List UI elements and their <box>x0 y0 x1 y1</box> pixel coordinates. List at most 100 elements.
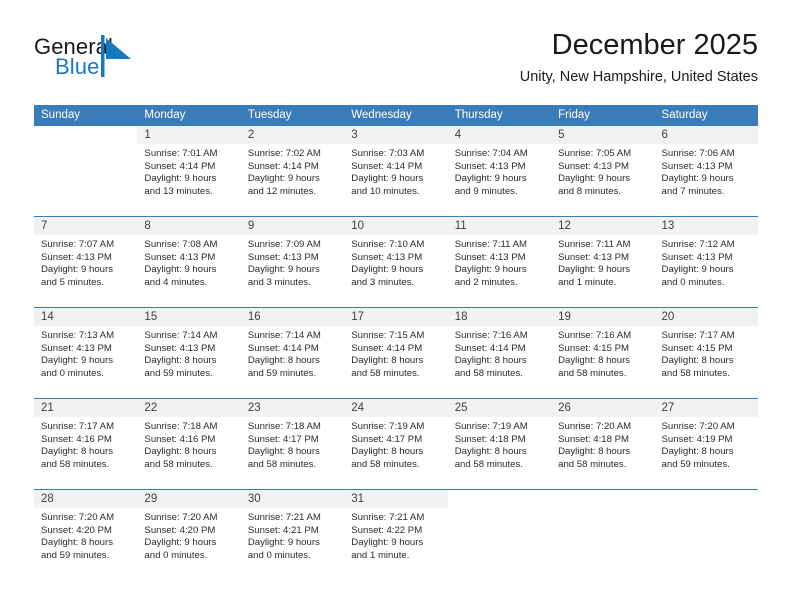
day-number <box>551 490 654 508</box>
daylight-duration: Daylight: 9 hours <box>41 264 113 276</box>
day-cell-inner: 13 Sunrise: 7:12 AM Sunset: 4:13 PM Dayligh… <box>654 217 758 307</box>
daylight-duration-cont: and 8 minutes. <box>558 185 622 197</box>
day-details: Sunrise: 7:20 AM Sunset: 4:20 PM Daylight:… <box>34 508 137 562</box>
calendar-day-cell[interactable]: 31 Sunrise: 7:21 AM Sunset: 4:22 PM Dayligh… <box>344 489 448 580</box>
day-cell-inner: 3 Sunrise: 7:03 AM Sunset: 4:14 PM Daylight… <box>344 126 448 216</box>
day-details: Sunrise: 7:08 AM Sunset: 4:13 PM Daylight:… <box>137 235 240 289</box>
calendar-day-cell[interactable]: 15 Sunrise: 7:14 AM Sunset: 4:13 PM Dayligh… <box>137 307 241 399</box>
day-cell-inner: 29 Sunrise: 7:20 AM Sunset: 4:20 PM Dayligh… <box>137 490 241 580</box>
calendar-day-cell[interactable]: 21 Sunrise: 7:17 AM Sunset: 4:16 PM Dayligh… <box>34 398 138 490</box>
sunrise-time: Sunrise: 7:09 AM <box>247 239 321 250</box>
sunset-time: Sunset: 4:13 PM <box>558 251 630 263</box>
day-cell-inner: 25 Sunrise: 7:19 AM Sunset: 4:18 PM Dayligh… <box>447 399 552 489</box>
daylight-duration-cont: and 13 minutes. <box>144 185 213 197</box>
day-cell-inner: 12 Sunrise: 7:11 AM Sunset: 4:13 PM Dayligh… <box>551 217 655 307</box>
calendar-day-cell[interactable]: 20 Sunrise: 7:17 AM Sunset: 4:15 PM Dayligh… <box>654 307 758 399</box>
calendar-day-cell[interactable]: 9 Sunrise: 7:09 AM Sunset: 4:13 PM Daylight… <box>240 216 345 308</box>
calendar-day-cell[interactable]: 3 Sunrise: 7:03 AM Sunset: 4:14 PM Daylight… <box>344 125 448 217</box>
daylight-duration-cont: and 59 minutes. <box>661 458 730 470</box>
brand-logo[interactable]: General Blue <box>34 34 254 90</box>
calendar-day-cell[interactable]: 6 Sunrise: 7:06 AM Sunset: 4:13 PM Daylight… <box>654 125 758 217</box>
calendar-day-cell[interactable]: 4 Sunrise: 7:04 AM Sunset: 4:13 PM Daylight… <box>447 125 552 217</box>
day-number: 8 <box>137 217 241 235</box>
calendar-day-cell[interactable]: 11 Sunrise: 7:11 AM Sunset: 4:13 PM Dayligh… <box>447 216 552 308</box>
calendar-day-cell[interactable]: 22 Sunrise: 7:18 AM Sunset: 4:16 PM Dayligh… <box>137 398 241 490</box>
day-cell-inner: 14 Sunrise: 7:13 AM Sunset: 4:13 PM Dayligh… <box>34 308 138 398</box>
sunset-time: Sunset: 4:14 PM <box>351 160 423 172</box>
calendar-day-cell[interactable]: 30 Sunrise: 7:21 AM Sunset: 4:21 PM Dayligh… <box>240 489 345 580</box>
day-number: 18 <box>447 308 552 326</box>
daylight-duration-cont: and 7 minutes. <box>661 185 725 197</box>
weekday-header-thursday: Thursday <box>447 105 552 126</box>
day-number: 12 <box>551 217 655 235</box>
sunset-time: Sunset: 4:13 PM <box>454 251 526 263</box>
calendar-day-cell[interactable]: 5 Sunrise: 7:05 AM Sunset: 4:13 PM Daylight… <box>551 125 655 217</box>
calendar-day-cell[interactable]: 27 Sunrise: 7:20 AM Sunset: 4:19 PM Dayligh… <box>654 398 758 490</box>
daylight-duration-cont: and 1 minute. <box>558 276 617 288</box>
calendar-day-cell[interactable]: 8 Sunrise: 7:08 AM Sunset: 4:13 PM Daylight… <box>137 216 241 308</box>
calendar-day-cell[interactable]: 14 Sunrise: 7:13 AM Sunset: 4:13 PM Dayligh… <box>34 307 138 399</box>
day-details: Sunrise: 7:15 AM Sunset: 4:14 PM Daylight:… <box>344 326 447 380</box>
day-details: Sunrise: 7:14 AM Sunset: 4:14 PM Daylight:… <box>241 326 344 380</box>
calendar-day-cell[interactable]: 1 Sunrise: 7:01 AM Sunset: 4:14 PM Daylight… <box>137 125 241 217</box>
sunset-time: Sunset: 4:22 PM <box>351 524 423 536</box>
calendar-day-cell[interactable]: 12 Sunrise: 7:11 AM Sunset: 4:13 PM Dayligh… <box>551 216 655 308</box>
sunrise-time: Sunrise: 7:17 AM <box>661 330 735 341</box>
calendar-day-cell[interactable]: 13 Sunrise: 7:12 AM Sunset: 4:13 PM Dayligh… <box>654 216 758 308</box>
calendar-day-cell[interactable]: 16 Sunrise: 7:14 AM Sunset: 4:14 PM Dayligh… <box>240 307 345 399</box>
calendar-day-cell[interactable]: 2 Sunrise: 7:02 AM Sunset: 4:14 PM Daylight… <box>240 125 345 217</box>
day-cell-inner: 26 Sunrise: 7:20 AM Sunset: 4:18 PM Dayligh… <box>551 399 655 489</box>
day-number: 24 <box>344 399 448 417</box>
calendar-day-cell[interactable]: 25 Sunrise: 7:19 AM Sunset: 4:18 PM Dayligh… <box>447 398 552 490</box>
sunset-time: Sunset: 4:18 PM <box>558 433 630 445</box>
day-number: 16 <box>240 308 345 326</box>
day-number: 4 <box>447 126 552 144</box>
daylight-duration: Daylight: 9 hours <box>661 173 734 185</box>
sunrise-time: Sunrise: 7:20 AM <box>661 421 735 432</box>
daylight-duration: Daylight: 8 hours <box>41 537 113 549</box>
sunset-time: Sunset: 4:16 PM <box>144 433 216 445</box>
calendar-day-cell[interactable]: 7 Sunrise: 7:07 AM Sunset: 4:13 PM Daylight… <box>34 216 138 308</box>
day-cell-inner: 15 Sunrise: 7:14 AM Sunset: 4:13 PM Dayligh… <box>137 308 241 398</box>
day-number: 19 <box>551 308 655 326</box>
calendar-week-row: 21 Sunrise: 7:17 AM Sunset: 4:16 PM Dayligh… <box>34 398 758 490</box>
daylight-duration: Daylight: 9 hours <box>558 173 631 185</box>
sunset-time: Sunset: 4:13 PM <box>661 251 733 263</box>
sunset-time: Sunset: 4:17 PM <box>247 433 319 445</box>
sunset-time: Sunset: 4:21 PM <box>247 524 319 536</box>
daylight-duration-cont: and 3 minutes. <box>351 276 415 288</box>
day-number: 30 <box>240 490 345 508</box>
daylight-duration-cont: and 0 minutes. <box>41 367 104 379</box>
calendar-day-cell[interactable]: 18 Sunrise: 7:16 AM Sunset: 4:14 PM Dayligh… <box>447 307 552 399</box>
sunrise-time: Sunrise: 7:08 AM <box>144 239 218 250</box>
calendar-day-cell[interactable]: 19 Sunrise: 7:16 AM Sunset: 4:15 PM Dayligh… <box>551 307 655 399</box>
day-number: 15 <box>137 308 241 326</box>
calendar-day-cell[interactable]: 28 Sunrise: 7:20 AM Sunset: 4:20 PM Dayligh… <box>34 489 138 580</box>
day-cell-inner: 24 Sunrise: 7:19 AM Sunset: 4:17 PM Dayligh… <box>344 399 448 489</box>
blue-flag-triangle-icon <box>101 35 135 77</box>
sunrise-time: Sunrise: 7:06 AM <box>661 148 735 159</box>
day-details: Sunrise: 7:20 AM Sunset: 4:18 PM Daylight:… <box>551 417 654 471</box>
sunrise-time: Sunrise: 7:01 AM <box>144 148 218 159</box>
day-details: Sunrise: 7:06 AM Sunset: 4:13 PM Daylight:… <box>655 144 758 198</box>
calendar-day-cell[interactable]: 29 Sunrise: 7:20 AM Sunset: 4:20 PM Dayligh… <box>137 489 241 580</box>
calendar-day-cell[interactable]: 23 Sunrise: 7:18 AM Sunset: 4:17 PM Dayligh… <box>240 398 345 490</box>
sunset-time: Sunset: 4:19 PM <box>661 433 733 445</box>
page-title: December 2025 <box>551 29 758 61</box>
sunrise-time: Sunrise: 7:11 AM <box>558 239 631 250</box>
day-details <box>34 144 137 148</box>
day-cell-inner <box>655 490 758 580</box>
sunset-time: Sunset: 4:15 PM <box>558 342 630 354</box>
calendar-day-cell[interactable]: 17 Sunrise: 7:15 AM Sunset: 4:14 PM Dayligh… <box>344 307 448 399</box>
calendar-day-cell[interactable]: 26 Sunrise: 7:20 AM Sunset: 4:18 PM Dayligh… <box>551 398 655 490</box>
calendar-day-cell[interactable]: 10 Sunrise: 7:10 AM Sunset: 4:13 PM Dayligh… <box>344 216 448 308</box>
day-number: 11 <box>447 217 552 235</box>
calendar-day-cell[interactable]: 24 Sunrise: 7:19 AM Sunset: 4:17 PM Dayligh… <box>344 398 448 490</box>
calendar-day-cell-empty <box>447 489 552 580</box>
day-cell-inner: 2 Sunrise: 7:02 AM Sunset: 4:14 PM Daylight… <box>240 126 345 216</box>
daylight-duration: Daylight: 8 hours <box>247 355 320 367</box>
day-details: Sunrise: 7:18 AM Sunset: 4:17 PM Daylight:… <box>241 417 344 471</box>
calendar-week-row: 7 Sunrise: 7:07 AM Sunset: 4:13 PM Daylight… <box>34 216 758 308</box>
day-details: Sunrise: 7:19 AM Sunset: 4:17 PM Daylight:… <box>344 417 447 471</box>
day-details <box>655 508 758 512</box>
